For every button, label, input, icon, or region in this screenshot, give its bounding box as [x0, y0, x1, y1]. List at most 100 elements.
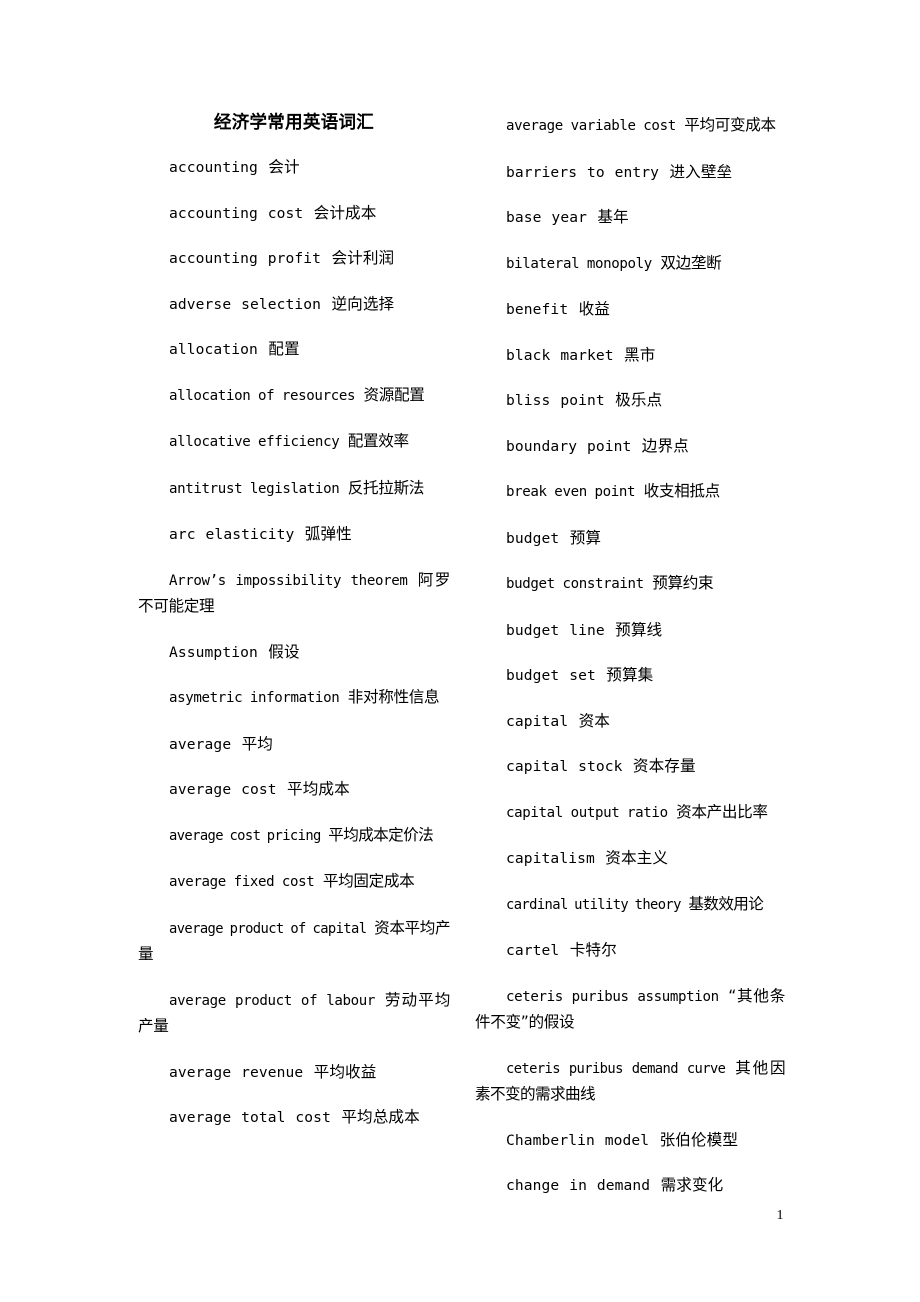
entry-translation: 平均收益 — [313, 1062, 377, 1081]
entry-term: asymetric information — [169, 690, 340, 706]
glossary-entry: black market 黑市 — [475, 343, 785, 369]
entry-term: black market — [506, 346, 614, 364]
entry-translation: 预算线 — [615, 620, 663, 639]
entry-term: average product of capital — [169, 920, 367, 937]
entry-term: capitalism — [506, 850, 595, 867]
entry-translation: 平均固定成本 — [322, 872, 415, 890]
entry-term: average variable cost — [506, 118, 676, 134]
entry-term: base year — [506, 209, 587, 226]
glossary-entry: ceteris puribus demand curve 其他因素不变的需求曲线 — [475, 1056, 786, 1108]
entry-translation: 假设 — [268, 642, 300, 661]
entry-term: capital output ratio — [506, 804, 668, 821]
entry-translation: 平均可变成本 — [684, 116, 776, 134]
glossary-column-right: average variable cost 平均可变成本 barriers to… — [475, 110, 786, 1199]
entry-translation: 基数效用论 — [688, 894, 764, 913]
entry-term: allocation of resources — [169, 387, 356, 404]
glossary-entry: average fixed cost 平均固定成本 — [138, 869, 450, 896]
document-page: 经济学常用英语词汇 accounting 会计 accounting cost … — [0, 0, 920, 1302]
glossary-entry: bilateral monopoly 双边垄断 — [475, 251, 785, 278]
entry-term: average product of labour — [169, 992, 376, 1009]
glossary-entry: cartel 卡特尔 — [475, 938, 785, 964]
glossary-entry: average total cost 平均总成本 — [138, 1105, 450, 1131]
glossary-entry: capital 资本 — [475, 709, 785, 735]
glossary-entry: allocation of resources 资源配置 — [138, 383, 450, 410]
entry-translation: 预算约束 — [652, 574, 714, 592]
entry-term: average fixed cost — [169, 874, 315, 890]
entry-translation: 极乐点 — [615, 391, 663, 409]
glossary-entry: average product of capital 资本平均产量 — [138, 916, 451, 968]
entry-term: average cost — [169, 781, 277, 798]
entry-translation: 收支相抵点 — [643, 482, 721, 500]
glossary-entry: cardinal utility theory 基数效用论 — [475, 892, 785, 919]
entry-translation: 反托拉斯法 — [347, 478, 425, 497]
entry-term: Chamberlin model — [506, 1131, 650, 1149]
entry-term: budget set — [506, 667, 596, 684]
glossary-entry: asymetric information 非对称性信息 — [138, 685, 450, 712]
entry-translation: 资源配置 — [363, 385, 425, 404]
entry-translation: 基年 — [597, 208, 629, 226]
glossary-entry: accounting 会计 — [138, 155, 450, 181]
entry-translation: 预算集 — [606, 666, 654, 684]
entry-translation: 配置 — [268, 340, 300, 358]
entry-translation: 资本存量 — [632, 757, 696, 775]
entry-term: capital — [506, 712, 569, 730]
entry-translation: 会计 — [268, 158, 300, 176]
glossary-entry: antitrust legislation 反托拉斯法 — [138, 476, 450, 503]
glossary-entry: budget constraint 预算约束 — [475, 571, 785, 598]
glossary-entry: change in demand 需求变化 — [475, 1173, 785, 1199]
entry-term: ceteris puribus assumption — [506, 988, 719, 1005]
entry-term: bilateral monopoly — [506, 255, 652, 272]
glossary-entry: benefit 收益 — [475, 297, 785, 323]
entry-term: average total cost — [169, 1109, 331, 1126]
entry-translation: 预算 — [569, 528, 602, 547]
glossary-entry: average cost pricing 平均成本定价法 — [138, 823, 450, 850]
entry-translation: 需求变化 — [660, 1176, 724, 1194]
glossary-entry: adverse selection 逆向选择 — [138, 292, 450, 318]
entry-translation: 非对称性信息 — [347, 688, 440, 706]
entry-term: cartel — [506, 942, 560, 959]
entry-translation: 收益 — [578, 300, 610, 318]
entry-term: bliss point — [506, 392, 605, 409]
entry-translation: 逆向选择 — [331, 294, 395, 313]
entry-term: arc elasticity — [169, 526, 295, 543]
glossary-entry: budget set 预算集 — [475, 663, 785, 689]
entry-term: adverse selection — [169, 295, 322, 313]
entry-term: average — [169, 735, 232, 753]
entry-term: benefit — [506, 301, 569, 318]
entry-term: boundary point — [506, 437, 632, 455]
entry-translation: 黑市 — [624, 345, 656, 364]
glossary-entry: average variable cost 平均可变成本 — [475, 113, 785, 140]
entry-translation: 配置效率 — [347, 432, 409, 450]
entry-translation: 双边垄断 — [660, 253, 722, 272]
entry-term: average cost pricing — [169, 827, 321, 844]
glossary-entry: Assumption 假设 — [138, 640, 450, 666]
entry-translation: 弧弹性 — [304, 525, 352, 543]
glossary-entry: ceteris puribus assumption “其他条件不变”的假设 — [475, 984, 785, 1036]
entry-translation: 平均 — [241, 734, 273, 753]
entry-term: budget — [506, 529, 560, 547]
glossary-entry: average 平均 — [138, 732, 450, 758]
glossary-column-left: accounting 会计 accounting cost 会计成本 accou… — [138, 110, 451, 1131]
glossary-entry: barriers to entry 进入壁垒 — [475, 160, 785, 186]
entry-term: budget constraint — [506, 576, 644, 592]
entry-term: Arrow’s impossibility theorem — [169, 572, 408, 589]
entry-term: allocative efficiency — [169, 434, 340, 450]
glossary-entry: capital output ratio 资本产出比率 — [475, 800, 785, 827]
entry-term: average revenue — [169, 1063, 304, 1081]
glossary-entry: capitalism 资本主义 — [475, 846, 785, 872]
entry-translation: 进入壁垒 — [669, 162, 733, 181]
entry-translation: 会计成本 — [313, 203, 377, 222]
entry-translation: 平均总成本 — [341, 1108, 420, 1126]
page-number: 1 — [776, 1208, 784, 1223]
entry-term: ceteris puribus demand curve — [506, 1060, 726, 1077]
entry-translation: 边界点 — [641, 436, 689, 455]
entry-translation: 卡特尔 — [569, 941, 617, 959]
entry-term: accounting profit — [169, 250, 322, 267]
entry-list-left: accounting 会计 accounting cost 会计成本 accou… — [138, 110, 451, 1131]
entry-translation: 平均成本定价法 — [328, 825, 434, 844]
entry-term: capital stock — [506, 758, 623, 775]
glossary-entry: boundary point 边界点 — [475, 434, 785, 460]
glossary-entry: average cost 平均成本 — [138, 777, 450, 803]
entry-term: break even point — [506, 484, 636, 500]
entry-term: change in demand — [506, 1177, 651, 1194]
